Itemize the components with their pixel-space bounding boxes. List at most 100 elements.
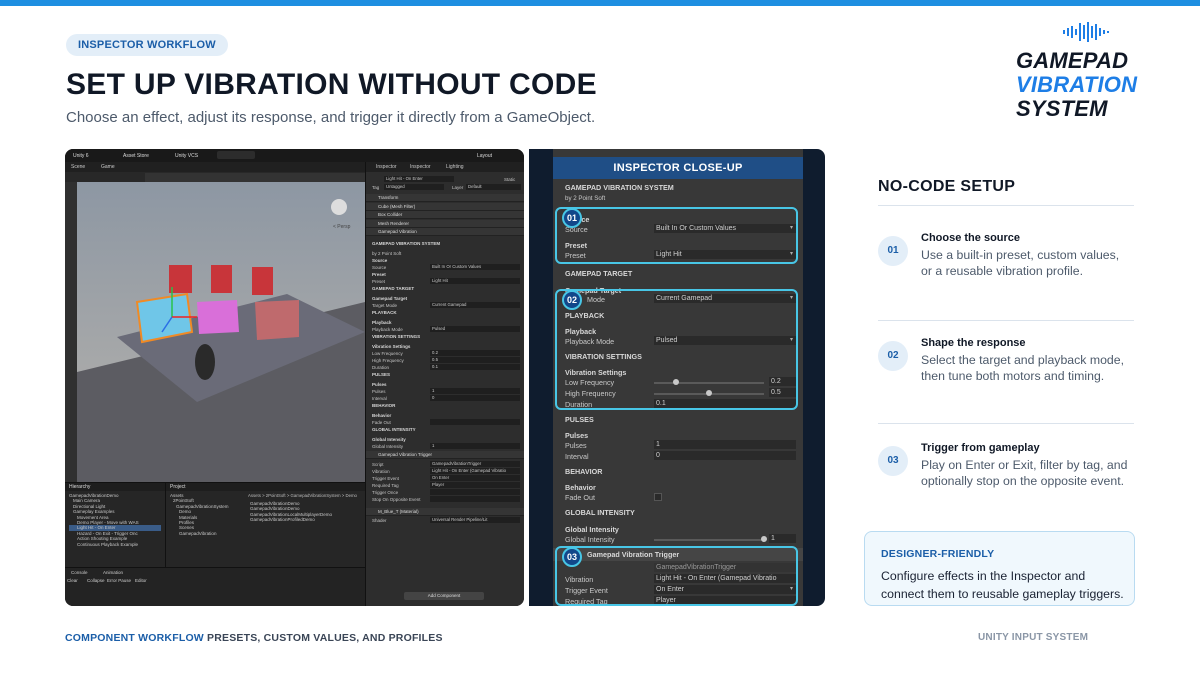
callout-title: DESIGNER-FRIENDLY bbox=[881, 548, 995, 560]
layer-dropdown[interactable]: Default bbox=[466, 184, 521, 190]
component-header[interactable]: Box Collider bbox=[366, 211, 524, 219]
inspector-field-value[interactable]: 0 bbox=[430, 394, 520, 401]
scene-view[interactable]: < Persp bbox=[77, 182, 365, 482]
project-file[interactable]: GamepadVibrationProfiledDemo bbox=[250, 517, 362, 522]
inspector-field-value[interactable]: 1 bbox=[430, 442, 520, 449]
inspector-field-label: Preset bbox=[372, 278, 386, 284]
interval-field[interactable]: 0 bbox=[654, 451, 796, 460]
steps-title: NO-CODE SETUP bbox=[878, 178, 1016, 195]
step-badge-03: 03 bbox=[562, 547, 582, 567]
fade-out-label: Fade Out bbox=[565, 493, 595, 502]
play-controls[interactable] bbox=[217, 151, 255, 159]
step-title: Choose the source bbox=[921, 232, 1021, 244]
inspector-section-label: Vibration Settings bbox=[372, 343, 411, 349]
step-number: 01 bbox=[878, 236, 908, 266]
scene-view-toolbar[interactable] bbox=[145, 173, 365, 182]
behavior-header: Behavior bbox=[565, 483, 596, 492]
tab-inspector-2[interactable]: Inspector bbox=[410, 164, 431, 170]
closeup-title: INSPECTOR CLOSE-UP bbox=[553, 157, 803, 179]
inspector-field-value[interactable]: Pulsed bbox=[430, 325, 520, 332]
inspector-field-value[interactable]: 0.1 bbox=[430, 363, 520, 370]
component-header[interactable]: Mesh Renderer bbox=[366, 219, 524, 228]
inspector-field-label: Trigger Event bbox=[372, 475, 399, 481]
console-collapse-button[interactable]: Collapse bbox=[87, 578, 105, 583]
step-badge-02: 02 bbox=[562, 290, 582, 310]
pulses-section: PULSES bbox=[565, 415, 594, 424]
tab-game[interactable]: Game bbox=[101, 164, 115, 170]
inspector-field-value[interactable] bbox=[430, 495, 520, 502]
inspector-field-value[interactable]: Player bbox=[430, 481, 520, 488]
scene-tool-palette[interactable] bbox=[65, 182, 77, 482]
asset-store-button[interactable]: Asset Store bbox=[123, 153, 149, 159]
tab-inspector[interactable]: Inspector bbox=[376, 164, 397, 170]
inspector-field-value[interactable]: 1 bbox=[430, 387, 520, 394]
tag-dropdown[interactable]: Untagged bbox=[384, 184, 444, 190]
brand-logo: GAMEPAD VIBRATION SYSTEM bbox=[1010, 18, 1160, 122]
vcs-button[interactable]: Unity VCS bbox=[175, 153, 198, 159]
inspector-field-value[interactable]: Current Gamepad bbox=[430, 301, 520, 308]
tab-animation[interactable]: Animation bbox=[103, 570, 123, 575]
inspector-field-value[interactable] bbox=[430, 488, 520, 495]
logo-word-vibration: VIBRATION bbox=[1016, 72, 1138, 97]
footer-text: PRESETS, CUSTOM VALUES, AND PROFILES bbox=[207, 632, 443, 644]
inspector-field-value[interactable]: GamepadVibrationTrigger bbox=[430, 460, 520, 467]
inspector-section-label: Global Intensity bbox=[372, 436, 406, 442]
inspector-field-value[interactable]: 0.2 bbox=[430, 349, 520, 356]
inspector-field-value[interactable]: Built In Or Custom Values bbox=[430, 263, 520, 270]
logo-word-gamepad: GAMEPAD bbox=[1016, 48, 1129, 73]
inspector-section-label: Playback bbox=[372, 319, 392, 325]
hierarchy-tree: GamepadVibrationDemo Main Camera Direction… bbox=[65, 491, 165, 549]
project-folder[interactable]: GamepadVibration bbox=[170, 531, 242, 536]
global-section: GLOBAL INTENSITY bbox=[565, 508, 635, 517]
console-editor-button[interactable]: Editor bbox=[135, 578, 147, 583]
global-intensity-slider-handle[interactable] bbox=[761, 536, 767, 542]
console-clear-button[interactable]: Clear bbox=[67, 578, 78, 583]
tab-console[interactable]: Console bbox=[71, 570, 88, 575]
target-section: GAMEPAD TARGET bbox=[565, 269, 633, 278]
inspector-section-label: GAMEPAD TARGET bbox=[372, 285, 415, 291]
object-name-field[interactable]: Light Hit - On Enter bbox=[384, 176, 454, 182]
inspector-field-label: Source bbox=[372, 264, 387, 270]
top-accent-bar bbox=[0, 0, 1200, 6]
component-header[interactable]: Gamepad Vibration bbox=[366, 228, 524, 236]
inspector-field-value[interactable]: Light Hit bbox=[430, 277, 520, 284]
inspector-section-label: GAMEPAD VIBRATION SYSTEM bbox=[372, 240, 441, 246]
highlight-response bbox=[555, 289, 798, 410]
pulses-field[interactable]: 1 bbox=[654, 440, 796, 449]
interval-label: Interval bbox=[565, 452, 589, 461]
hierarchy-item[interactable]: Continuous Playback Example bbox=[69, 542, 161, 547]
fade-out-checkbox[interactable] bbox=[654, 493, 662, 501]
static-toggle[interactable]: Static bbox=[504, 177, 515, 182]
tab-scene[interactable]: Scene bbox=[71, 164, 85, 170]
step-badge-01: 01 bbox=[562, 208, 582, 228]
trigger-component-header[interactable]: Gamepad Vibration Trigger bbox=[366, 450, 524, 459]
shader-dropdown[interactable]: Universal Render Pipeline/Lit bbox=[430, 516, 520, 523]
inspector-field-label: by 2 Point Soft bbox=[372, 250, 402, 256]
soundwave-icon bbox=[1063, 22, 1109, 42]
step-number: 02 bbox=[878, 341, 908, 371]
console-error-pause-button[interactable]: Error Pause bbox=[107, 578, 131, 583]
inspector-field-value[interactable]: 0.5 bbox=[430, 356, 520, 363]
page-title: SET UP VIBRATION WITHOUT CODE bbox=[66, 68, 597, 101]
inspector-field-value[interactable] bbox=[430, 418, 520, 425]
layout-menu[interactable]: Layout bbox=[477, 153, 492, 159]
step-description: Play on Enter or Exit, filter by tag, an… bbox=[921, 458, 1128, 488]
material-header[interactable]: M_Blue_T (Material) bbox=[366, 507, 524, 516]
project-tab[interactable]: Project bbox=[166, 483, 365, 491]
hierarchy-tab[interactable]: Hierarchy bbox=[65, 483, 165, 491]
global-intensity-value[interactable]: 1 bbox=[769, 534, 796, 543]
add-component-button[interactable]: Add Component bbox=[404, 592, 484, 600]
tab-lighting[interactable]: Lighting bbox=[446, 164, 464, 170]
inspector-field-value[interactable]: On Enter bbox=[430, 474, 520, 481]
global-intensity-slider[interactable] bbox=[654, 539, 764, 541]
inspector-field-value[interactable]: Light Hit - On Enter (Gamepad Vibratio bbox=[430, 467, 520, 474]
component-header[interactable]: Transform bbox=[366, 194, 524, 202]
designer-friendly-callout: DESIGNER-FRIENDLY Configure effects in t… bbox=[864, 531, 1135, 606]
inspector-field-label: Playback Mode bbox=[372, 326, 403, 332]
unity-version-menu[interactable]: Unity 6 bbox=[73, 153, 89, 159]
system-author: by 2 Point Soft bbox=[565, 195, 606, 202]
tag-label: Tag bbox=[372, 185, 380, 190]
component-header[interactable]: Cube (Mesh Filter) bbox=[366, 202, 524, 211]
inspector-field-label: Duration bbox=[372, 364, 390, 370]
step-number: 03 bbox=[878, 446, 908, 476]
